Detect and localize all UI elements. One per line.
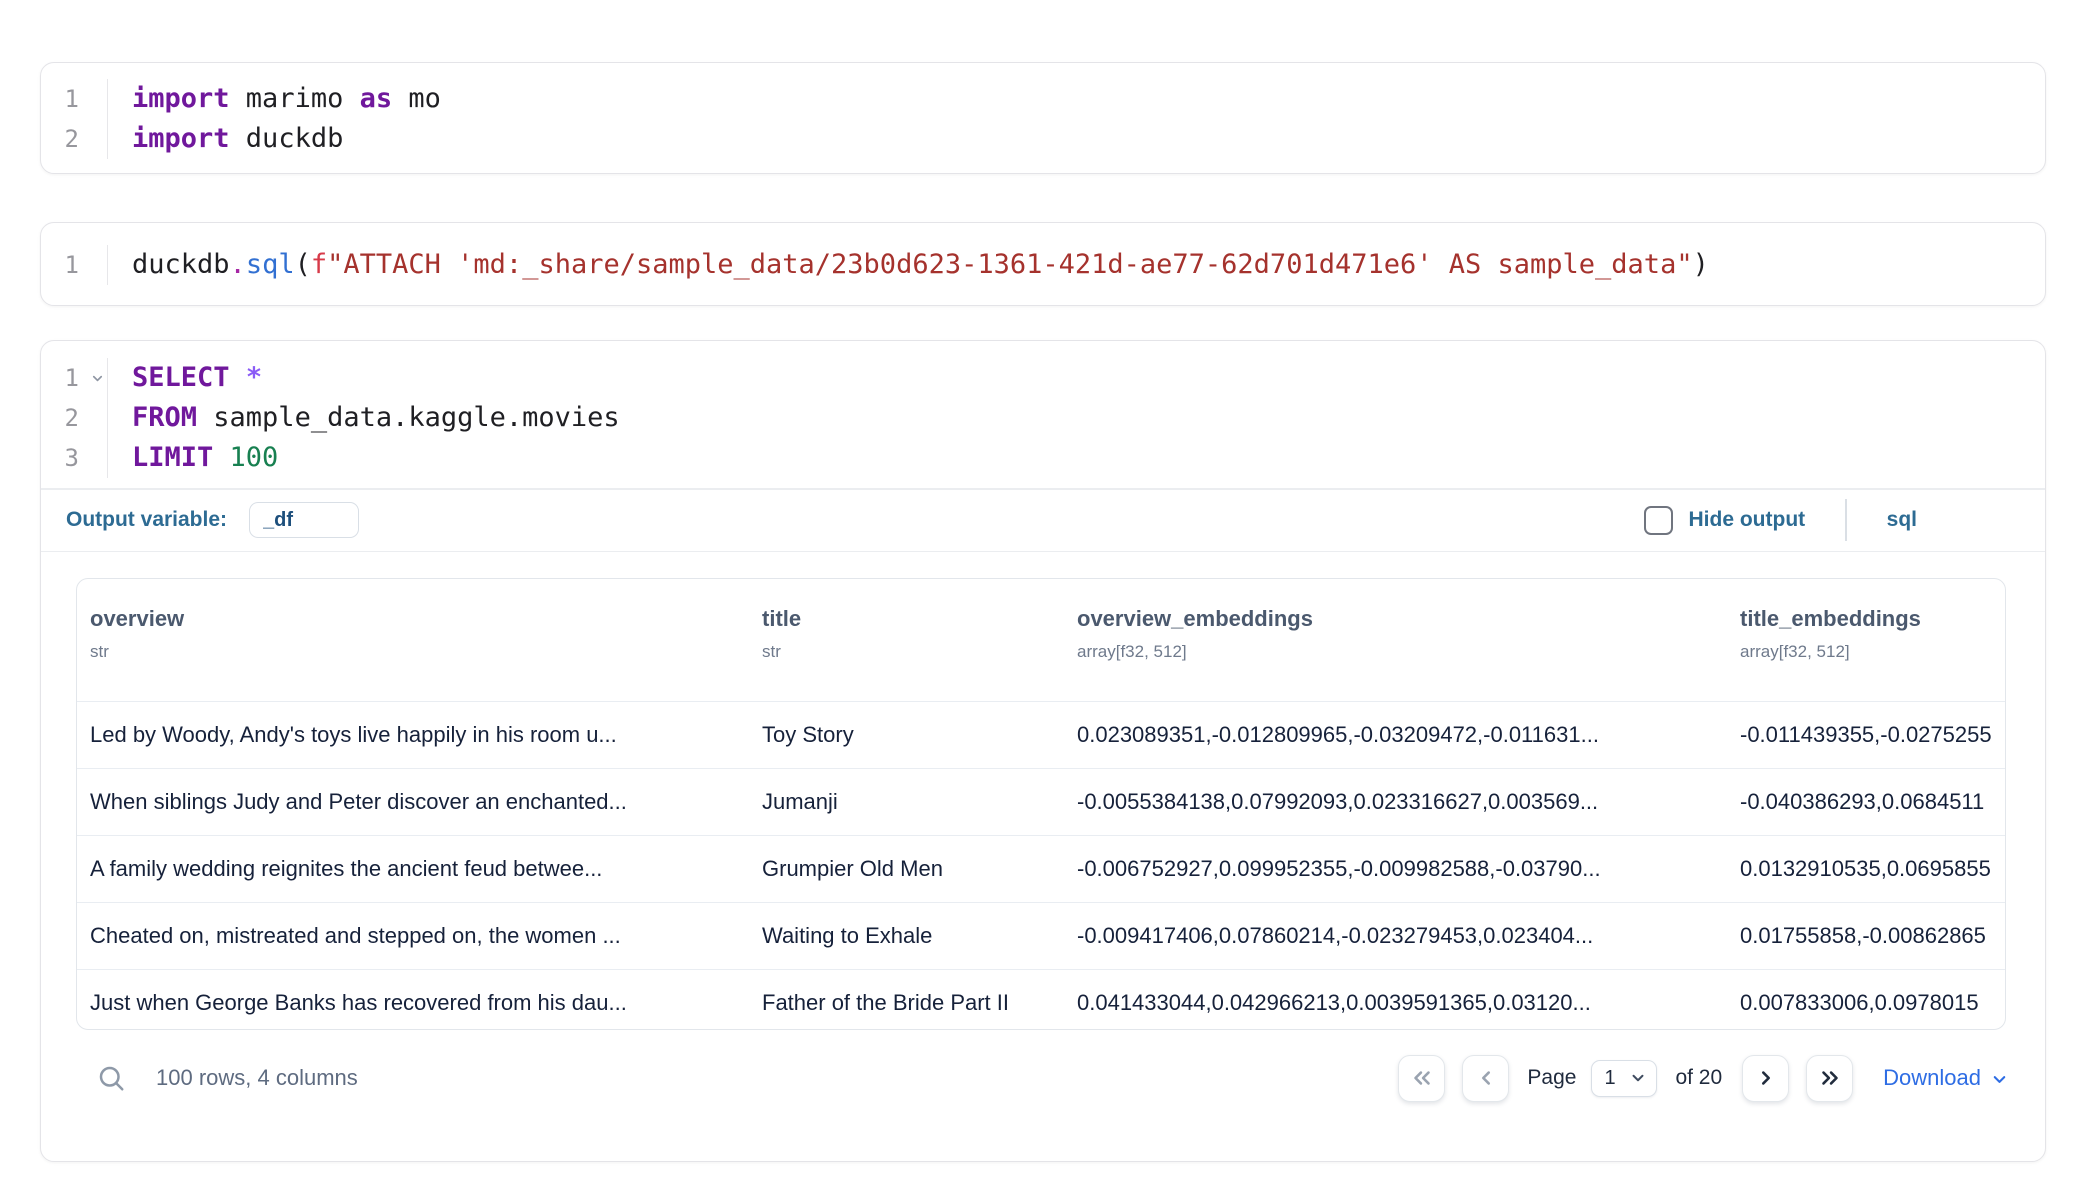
- output-variable-label: Output variable:: [66, 508, 227, 532]
- language-badge-sql[interactable]: sql: [1887, 508, 1917, 532]
- line-number: 1: [41, 245, 107, 285]
- code-editor[interactable]: 12import marimo as moimport duckdb: [41, 63, 2045, 175]
- column-name: overview_embeddings: [1077, 606, 1740, 632]
- cell-overview: When siblings Judy and Peter discover an…: [90, 789, 762, 815]
- code-lines[interactable]: SELECT *FROM sample_data.kaggle.moviesLI…: [108, 358, 620, 478]
- cell-title: Waiting to Exhale: [762, 923, 1077, 949]
- line-number: 2: [41, 398, 107, 438]
- table-row: Cheated on, mistreated and stepped on, t…: [77, 902, 2005, 969]
- table-header-row: overviewstrtitlestroverview_embeddingsar…: [77, 579, 2005, 701]
- code-editor[interactable]: 1 duckdb.sql(f"ATTACH 'md:_share/sample_d…: [41, 223, 2045, 307]
- code-line[interactable]: LIMIT 100: [132, 438, 620, 478]
- row-count-summary: 100 rows, 4 columns: [156, 1065, 358, 1091]
- table-row: A family wedding reignites the ancient f…: [77, 835, 2005, 902]
- result-table: overviewstrtitlestroverview_embeddingsar…: [76, 578, 2006, 1030]
- last-page-button[interactable]: [1806, 1055, 1853, 1102]
- line-number-gutter: 1: [41, 245, 108, 285]
- table-row: Just when George Banks has recovered fro…: [77, 969, 2005, 1030]
- line-number-gutter: 12: [41, 79, 108, 159]
- cell-title_embeddings: 0.0132910535,0.0695855: [1740, 856, 2006, 882]
- cell-overview_embeddings: -0.009417406,0.07860214,-0.023279453,0.0…: [1077, 923, 1740, 949]
- page-number-value: 1: [1604, 1067, 1615, 1090]
- search-icon[interactable]: [96, 1063, 126, 1093]
- cell-title_embeddings: -0.011439355,-0.0275255: [1740, 722, 2006, 748]
- cell-title_embeddings: -0.040386293,0.0684511: [1740, 789, 2006, 815]
- cell-overview_embeddings: -0.0055384138,0.07992093,0.023316627,0.0…: [1077, 789, 1740, 815]
- cell-overview: Just when George Banks has recovered fro…: [90, 990, 762, 1016]
- column-type: array[f32, 512]: [1740, 642, 2006, 662]
- code-line[interactable]: duckdb.sql(f"ATTACH 'md:_share/sample_da…: [132, 245, 1709, 285]
- code-lines[interactable]: duckdb.sql(f"ATTACH 'md:_share/sample_da…: [108, 245, 1709, 285]
- cell-overview_embeddings: -0.006752927,0.099952355,-0.009982588,-0…: [1077, 856, 1740, 882]
- cell-title: Jumanji: [762, 789, 1077, 815]
- column-header-overview_embeddings[interactable]: overview_embeddings array[f32, 512]: [1077, 606, 1740, 701]
- hide-output-label[interactable]: Hide output: [1689, 508, 1806, 532]
- cell-title: Toy Story: [762, 722, 1077, 748]
- column-type: array[f32, 512]: [1077, 642, 1740, 662]
- line-number: 2: [41, 119, 107, 159]
- column-header-title_embeddings[interactable]: title_embeddings array[f32, 512]: [1740, 606, 2006, 701]
- cell-title: Grumpier Old Men: [762, 856, 1077, 882]
- cell-overview: Cheated on, mistreated and stepped on, t…: [90, 923, 762, 949]
- chevron-down-icon[interactable]: [90, 371, 105, 386]
- line-number: 1: [41, 79, 107, 119]
- output-variable-bar: Output variable: Hide output sql: [41, 490, 2045, 551]
- code-line[interactable]: SELECT *: [132, 358, 620, 398]
- code-cell-attach-db[interactable]: 1 duckdb.sql(f"ATTACH 'md:_share/sample_d…: [40, 222, 2046, 306]
- code-line[interactable]: import duckdb: [132, 119, 441, 159]
- column-header-overview[interactable]: overview str: [90, 606, 762, 701]
- divider: [41, 551, 2045, 553]
- output-variable-input[interactable]: [249, 502, 359, 538]
- page-number-select[interactable]: 1: [1591, 1060, 1657, 1097]
- column-name: title: [762, 606, 1077, 632]
- cell-title_embeddings: 0.007833006,0.0978015: [1740, 990, 2006, 1016]
- table-footer: 100 rows, 4 columns Page 1 of 20: [96, 1047, 2009, 1109]
- chevrons-right-icon: [1817, 1065, 1843, 1091]
- table-body: Led by Woody, Andy's toys live happily i…: [77, 701, 2005, 1030]
- page-label: Page: [1527, 1066, 1576, 1090]
- chevron-down-icon: [1629, 1069, 1647, 1087]
- line-number-gutter: 123: [41, 358, 108, 478]
- code-line[interactable]: import marimo as mo: [132, 79, 441, 119]
- column-type: str: [762, 642, 1077, 662]
- download-label: Download: [1883, 1065, 1981, 1091]
- code-lines[interactable]: import marimo as moimport duckdb: [108, 79, 441, 159]
- chevrons-left-icon: [1409, 1065, 1435, 1091]
- code-cell-imports[interactable]: 12import marimo as moimport duckdb: [40, 62, 2046, 174]
- cell-title: Father of the Bride Part II: [762, 990, 1077, 1016]
- table-row: When siblings Judy and Peter discover an…: [77, 768, 2005, 835]
- column-type: str: [90, 642, 762, 662]
- column-header-title[interactable]: title str: [762, 606, 1077, 701]
- cell-overview: A family wedding reignites the ancient f…: [90, 856, 762, 882]
- next-page-button[interactable]: [1742, 1055, 1789, 1102]
- cell-overview_embeddings: 0.041433044,0.042966213,0.0039591365,0.0…: [1077, 990, 1740, 1016]
- hide-output-checkbox[interactable]: [1644, 506, 1673, 535]
- line-number: 1: [41, 358, 107, 398]
- line-number: 3: [41, 438, 107, 478]
- chevron-left-icon: [1473, 1065, 1499, 1091]
- page-count-label: of 20: [1675, 1066, 1722, 1090]
- chevron-right-icon: [1753, 1065, 1779, 1091]
- divider: [1845, 499, 1847, 541]
- prev-page-button[interactable]: [1462, 1055, 1509, 1102]
- cell-overview_embeddings: 0.023089351,-0.012809965,-0.03209472,-0.…: [1077, 722, 1740, 748]
- chevron-down-icon: [1990, 1070, 2009, 1089]
- table-row: Led by Woody, Andy's toys live happily i…: [77, 701, 2005, 768]
- marimo-notebook: 12import marimo as moimport duckdb 1duck…: [0, 0, 2086, 1192]
- sql-cell: 123SELECT *FROM sample_data.kaggle.movie…: [40, 340, 2046, 1162]
- cell-overview: Led by Woody, Andy's toys live happily i…: [90, 722, 762, 748]
- code-editor[interactable]: 123SELECT *FROM sample_data.kaggle.movie…: [41, 341, 2045, 488]
- code-line[interactable]: FROM sample_data.kaggle.movies: [132, 398, 620, 438]
- column-name: title_embeddings: [1740, 606, 2006, 632]
- cell-title_embeddings: 0.01755858,-0.00862865: [1740, 923, 2006, 949]
- download-button[interactable]: Download: [1883, 1065, 2009, 1091]
- first-page-button[interactable]: [1398, 1055, 1445, 1102]
- column-name: overview: [90, 606, 762, 632]
